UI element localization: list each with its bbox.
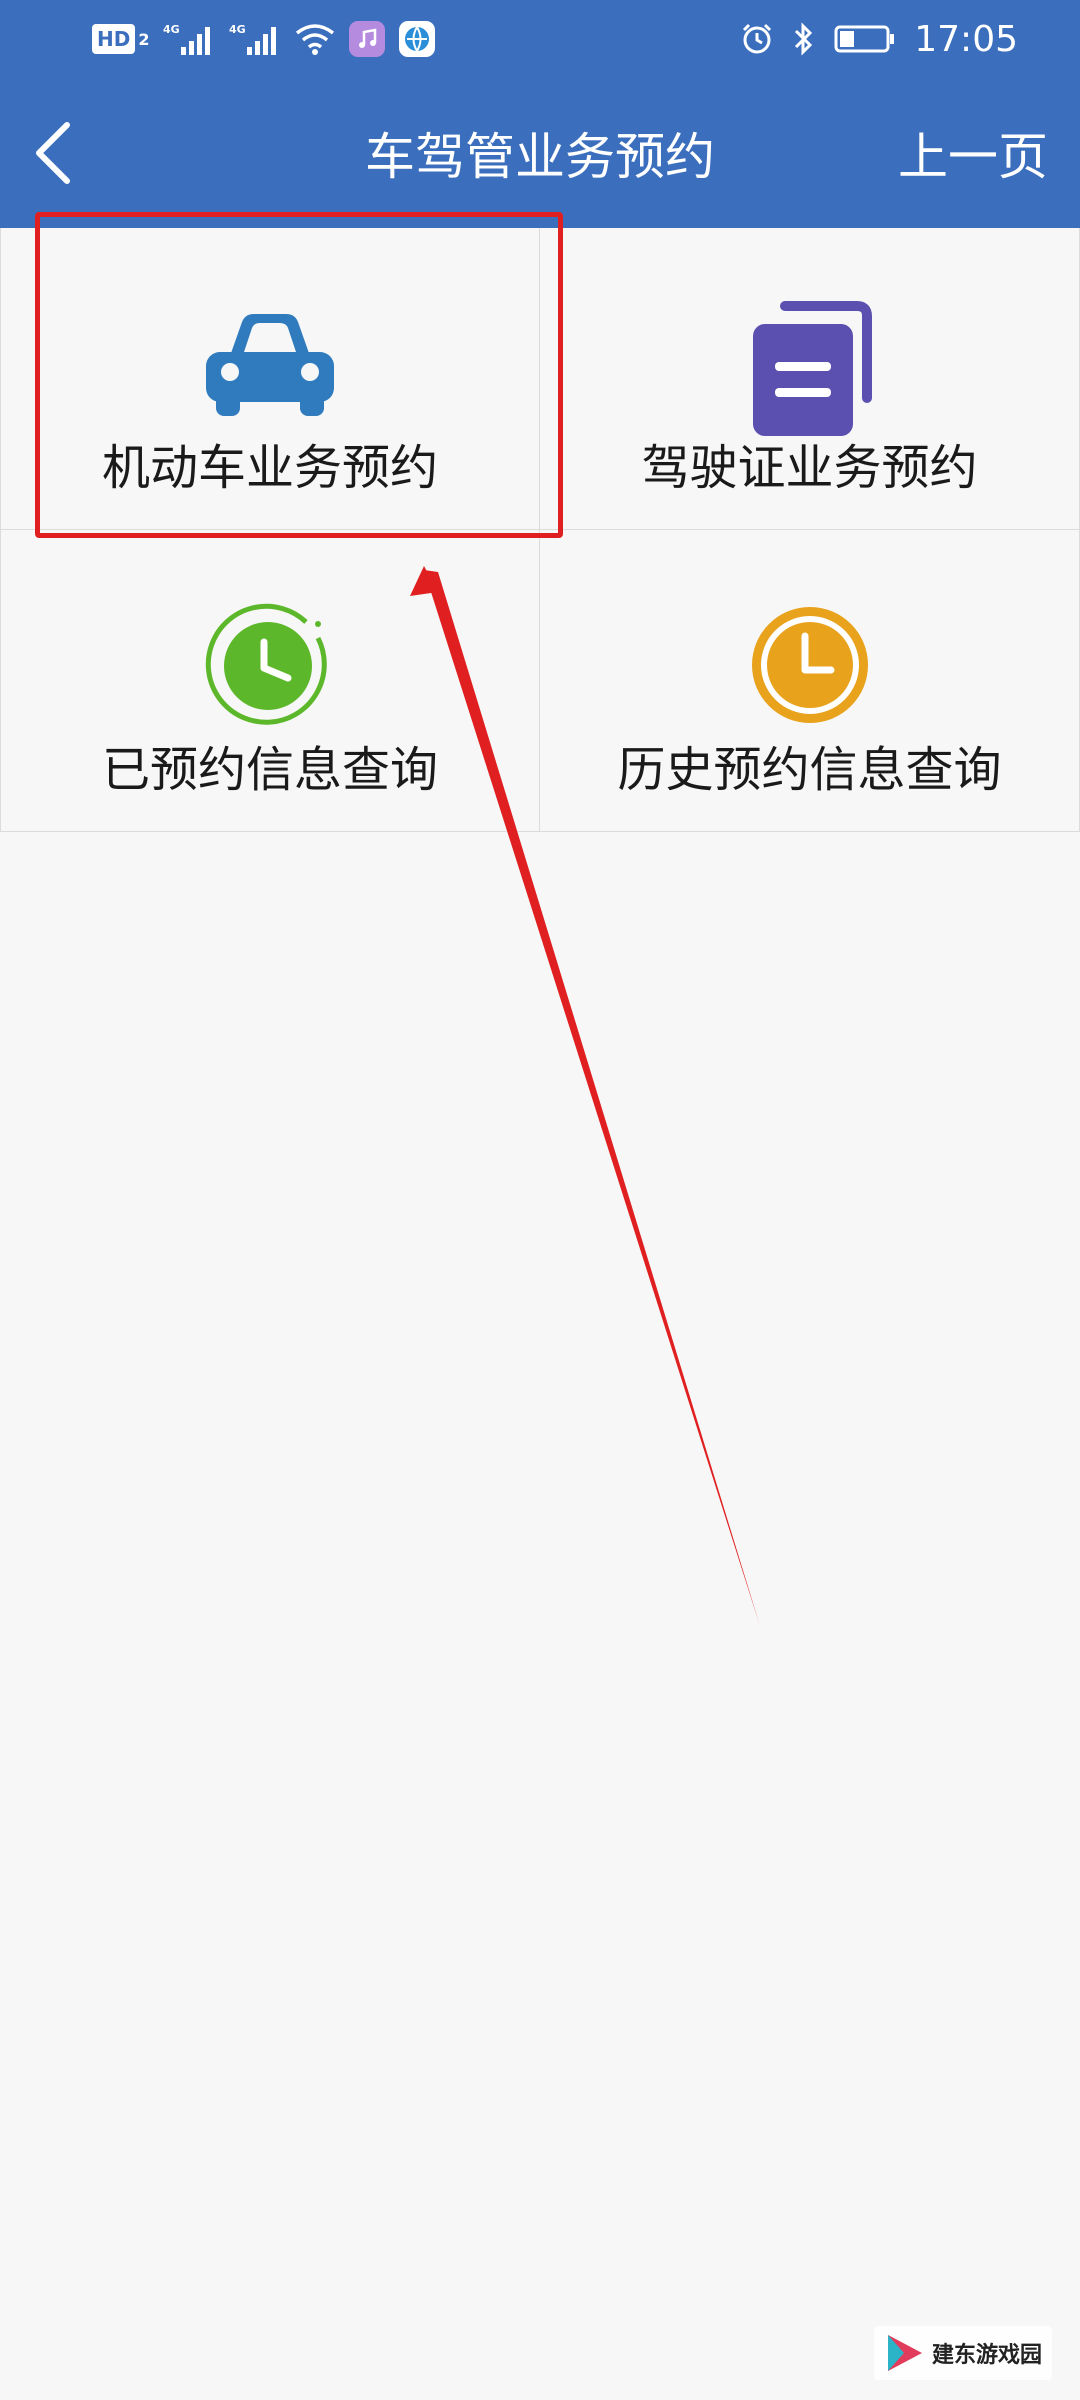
clock-icon	[751, 607, 868, 723]
alarm-icon	[740, 21, 774, 57]
svg-text:4G: 4G	[229, 23, 246, 36]
status-bar: HD 2 4G 4G 17:05	[0, 0, 1080, 78]
watermark: 建东游戏园	[873, 2326, 1052, 2380]
tile-booked-query[interactable]: 已预约信息查询	[0, 530, 540, 832]
header: HD 2 4G 4G 17:05 车驾管业务预约 上一页	[0, 0, 1080, 228]
tile-label: 机动车业务预约	[101, 440, 438, 496]
tile-icon-wrap	[1, 603, 539, 730]
tile-vehicle-booking[interactable]: 机动车业务预约	[0, 228, 540, 530]
battery-icon	[834, 21, 896, 57]
prev-page-button[interactable]: 上一页	[898, 120, 1048, 186]
signal-4g-icon: 4G	[163, 21, 215, 57]
play-logo-icon	[887, 2335, 922, 2371]
signal-4g-icon: 4G	[229, 21, 281, 57]
hd-sub: 2	[138, 29, 150, 49]
clock-icon	[205, 603, 327, 725]
wifi-icon	[295, 21, 335, 57]
status-time: 17:05	[914, 18, 1018, 60]
tile-icon-wrap	[1, 308, 539, 428]
tile-license-booking[interactable]: 驾驶证业务预约	[540, 228, 1080, 530]
tile-label: 驾驶证业务预约	[641, 440, 978, 496]
music-app-icon	[349, 21, 386, 57]
status-right: 17:05	[740, 18, 1018, 60]
browser-app-icon	[399, 21, 436, 57]
service-grid: 机动车业务预约 驾驶证业务预约 已预约信息查询 历史预约信息查询	[0, 228, 1080, 832]
nav-bar: 车驾管业务预约 上一页	[0, 78, 1080, 228]
tile-label: 已预约信息查询	[101, 742, 438, 798]
watermark-text: 建东游戏园	[931, 2343, 1042, 2368]
tile-icon-wrap	[540, 301, 1079, 436]
tile-icon-wrap	[540, 607, 1079, 730]
svg-text:4G: 4G	[163, 23, 180, 36]
back-button[interactable]	[18, 118, 88, 188]
car-icon	[206, 314, 334, 416]
bluetooth-icon	[792, 21, 816, 57]
hd-icon: HD 2	[92, 21, 149, 57]
chevron-left-icon	[36, 122, 70, 184]
hd-badge: HD	[92, 24, 136, 54]
status-left: HD 2 4G 4G	[92, 18, 436, 60]
tile-history-query[interactable]: 历史预约信息查询	[540, 530, 1080, 832]
page: HD 2 4G 4G 17:05 车驾管业务预约 上一页 机动车业务预约 驾驶证…	[0, 0, 1080, 2400]
tile-label: 历史预约信息查询	[617, 742, 1002, 798]
document-icon	[752, 301, 872, 436]
